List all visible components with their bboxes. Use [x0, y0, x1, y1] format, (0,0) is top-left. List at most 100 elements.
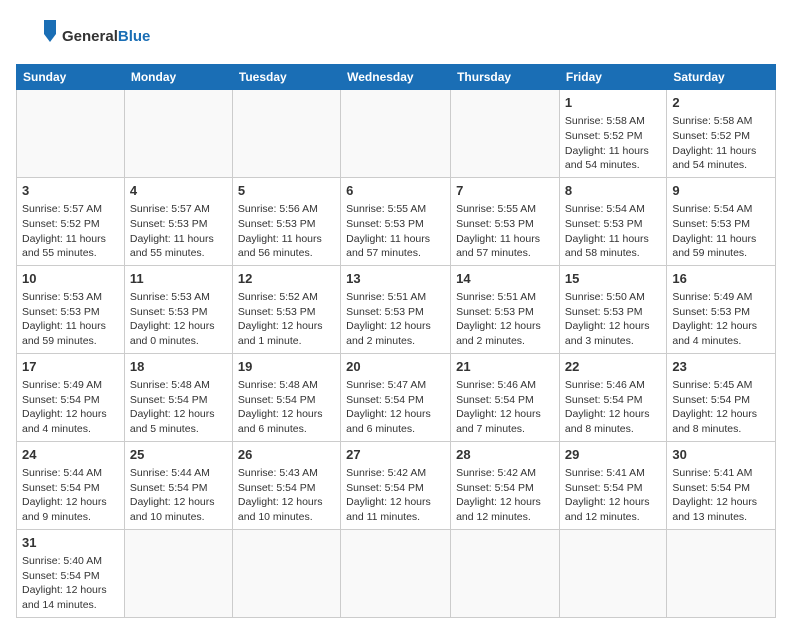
day-number: 20	[346, 358, 445, 376]
day-number: 28	[456, 446, 554, 464]
day-info: Sunrise: 5:55 AM Sunset: 5:53 PM Dayligh…	[346, 202, 445, 261]
calendar-header: SundayMondayTuesdayWednesdayThursdayFrid…	[17, 65, 776, 90]
day-number: 30	[672, 446, 770, 464]
calendar-cell: 23 Sunrise: 5:45 AM Sunset: 5:54 PM Dayli…	[667, 353, 776, 441]
calendar-week-1: 3Sunrise: 5:57 AM Sunset: 5:52 PM Daylig…	[17, 177, 776, 265]
calendar-cell: 15 Sunrise: 5:50 AM Sunset: 5:53 PM Dayli…	[559, 265, 666, 353]
header-day-tuesday: Tuesday	[232, 65, 340, 90]
calendar-cell: 4Sunrise: 5:57 AM Sunset: 5:53 PM Daylig…	[124, 177, 232, 265]
day-number: 17	[22, 358, 119, 376]
calendar-cell: 13 Sunrise: 5:51 AM Sunset: 5:53 PM Dayli…	[341, 265, 451, 353]
calendar-cell	[667, 529, 776, 617]
day-info: Sunrise: 5:48 AM Sunset: 5:54 PM Dayligh…	[130, 378, 227, 437]
calendar-cell	[17, 90, 125, 178]
calendar-cell: 30 Sunrise: 5:41 AM Sunset: 5:54 PM Dayli…	[667, 441, 776, 529]
header-day-monday: Monday	[124, 65, 232, 90]
calendar-cell: 10Sunrise: 5:53 AM Sunset: 5:53 PM Dayli…	[17, 265, 125, 353]
calendar-cell	[124, 529, 232, 617]
day-info: Sunrise: 5:43 AM Sunset: 5:54 PM Dayligh…	[238, 466, 335, 525]
calendar-cell: 16 Sunrise: 5:49 AM Sunset: 5:53 PM Dayli…	[667, 265, 776, 353]
calendar-cell: 5Sunrise: 5:56 AM Sunset: 5:53 PM Daylig…	[232, 177, 340, 265]
day-info: Sunrise: 5:40 AM Sunset: 5:54 PM Dayligh…	[22, 554, 119, 613]
day-number: 14	[456, 270, 554, 288]
day-info: Sunrise: 5:55 AM Sunset: 5:53 PM Dayligh…	[456, 202, 554, 261]
calendar-week-5: 31 Sunrise: 5:40 AM Sunset: 5:54 PM Dayli…	[17, 529, 776, 617]
day-number: 9	[672, 182, 770, 200]
calendar-cell: 27Sunrise: 5:42 AM Sunset: 5:54 PM Dayli…	[341, 441, 451, 529]
day-info: Sunrise: 5:45 AM Sunset: 5:54 PM Dayligh…	[672, 378, 770, 437]
day-info: Sunrise: 5:52 AM Sunset: 5:53 PM Dayligh…	[238, 290, 335, 349]
header-day-saturday: Saturday	[667, 65, 776, 90]
day-number: 22	[565, 358, 661, 376]
day-number: 23	[672, 358, 770, 376]
calendar-cell: 25Sunrise: 5:44 AM Sunset: 5:54 PM Dayli…	[124, 441, 232, 529]
day-number: 24	[22, 446, 119, 464]
calendar-week-4: 24 Sunrise: 5:44 AM Sunset: 5:54 PM Dayli…	[17, 441, 776, 529]
calendar-week-2: 10Sunrise: 5:53 AM Sunset: 5:53 PM Dayli…	[17, 265, 776, 353]
calendar-cell: 3Sunrise: 5:57 AM Sunset: 5:52 PM Daylig…	[17, 177, 125, 265]
day-number: 29	[565, 446, 661, 464]
day-info: Sunrise: 5:44 AM Sunset: 5:54 PM Dayligh…	[22, 466, 119, 525]
day-number: 13	[346, 270, 445, 288]
calendar-cell	[232, 529, 340, 617]
logo: GeneralBlue	[16, 16, 150, 58]
day-number: 2	[672, 94, 770, 112]
day-info: Sunrise: 5:54 AM Sunset: 5:53 PM Dayligh…	[565, 202, 661, 261]
day-info: Sunrise: 5:47 AM Sunset: 5:54 PM Dayligh…	[346, 378, 445, 437]
calendar-body: 1 Sunrise: 5:58 AM Sunset: 5:52 PM Daylig…	[17, 90, 776, 618]
day-number: 25	[130, 446, 227, 464]
day-number: 15	[565, 270, 661, 288]
day-number: 10	[22, 270, 119, 288]
logo-blue: Blue	[118, 28, 151, 45]
logo-general: General	[62, 28, 118, 45]
calendar-week-3: 17Sunrise: 5:49 AM Sunset: 5:54 PM Dayli…	[17, 353, 776, 441]
calendar-cell: 2 Sunrise: 5:58 AM Sunset: 5:52 PM Daylig…	[667, 90, 776, 178]
page-header: GeneralBlue	[16, 16, 776, 58]
calendar-cell: 20 Sunrise: 5:47 AM Sunset: 5:54 PM Dayli…	[341, 353, 451, 441]
calendar-cell: 14 Sunrise: 5:51 AM Sunset: 5:53 PM Dayli…	[451, 265, 560, 353]
calendar-cell: 11Sunrise: 5:53 AM Sunset: 5:53 PM Dayli…	[124, 265, 232, 353]
day-info: Sunrise: 5:51 AM Sunset: 5:53 PM Dayligh…	[346, 290, 445, 349]
day-info: Sunrise: 5:46 AM Sunset: 5:54 PM Dayligh…	[456, 378, 554, 437]
calendar-cell: 7 Sunrise: 5:55 AM Sunset: 5:53 PM Daylig…	[451, 177, 560, 265]
day-info: Sunrise: 5:56 AM Sunset: 5:53 PM Dayligh…	[238, 202, 335, 261]
day-number: 11	[130, 270, 227, 288]
calendar-cell	[341, 90, 451, 178]
day-info: Sunrise: 5:49 AM Sunset: 5:53 PM Dayligh…	[672, 290, 770, 349]
calendar-table: SundayMondayTuesdayWednesdayThursdayFrid…	[16, 64, 776, 618]
day-number: 7	[456, 182, 554, 200]
day-number: 19	[238, 358, 335, 376]
day-number: 18	[130, 358, 227, 376]
day-info: Sunrise: 5:46 AM Sunset: 5:54 PM Dayligh…	[565, 378, 661, 437]
calendar-cell: 6Sunrise: 5:55 AM Sunset: 5:53 PM Daylig…	[341, 177, 451, 265]
day-number: 26	[238, 446, 335, 464]
day-number: 12	[238, 270, 335, 288]
calendar-cell: 29Sunrise: 5:41 AM Sunset: 5:54 PM Dayli…	[559, 441, 666, 529]
calendar-cell	[232, 90, 340, 178]
day-number: 16	[672, 270, 770, 288]
day-info: Sunrise: 5:51 AM Sunset: 5:53 PM Dayligh…	[456, 290, 554, 349]
calendar-cell: 12 Sunrise: 5:52 AM Sunset: 5:53 PM Dayli…	[232, 265, 340, 353]
header-day-thursday: Thursday	[451, 65, 560, 90]
calendar-cell: 21Sunrise: 5:46 AM Sunset: 5:54 PM Dayli…	[451, 353, 560, 441]
calendar-cell: 24 Sunrise: 5:44 AM Sunset: 5:54 PM Dayli…	[17, 441, 125, 529]
calendar-cell	[341, 529, 451, 617]
day-info: Sunrise: 5:41 AM Sunset: 5:54 PM Dayligh…	[672, 466, 770, 525]
day-info: Sunrise: 5:48 AM Sunset: 5:54 PM Dayligh…	[238, 378, 335, 437]
day-info: Sunrise: 5:42 AM Sunset: 5:54 PM Dayligh…	[346, 466, 445, 525]
day-info: Sunrise: 5:54 AM Sunset: 5:53 PM Dayligh…	[672, 202, 770, 261]
header-row: SundayMondayTuesdayWednesdayThursdayFrid…	[17, 65, 776, 90]
calendar-cell	[124, 90, 232, 178]
calendar-cell	[451, 90, 560, 178]
day-number: 31	[22, 534, 119, 552]
day-number: 8	[565, 182, 661, 200]
header-day-friday: Friday	[559, 65, 666, 90]
header-day-wednesday: Wednesday	[341, 65, 451, 90]
calendar-cell: 1Sunrise: 5:58 AM Sunset: 5:52 PM Daylig…	[559, 90, 666, 178]
day-info: Sunrise: 5:58 AM Sunset: 5:52 PM Dayligh…	[672, 114, 770, 173]
day-info: Sunrise: 5:57 AM Sunset: 5:53 PM Dayligh…	[130, 202, 227, 261]
calendar-cell: 31 Sunrise: 5:40 AM Sunset: 5:54 PM Dayli…	[17, 529, 125, 617]
day-number: 1	[565, 94, 661, 112]
calendar-cell: 19 Sunrise: 5:48 AM Sunset: 5:54 PM Dayli…	[232, 353, 340, 441]
day-info: Sunrise: 5:50 AM Sunset: 5:53 PM Dayligh…	[565, 290, 661, 349]
